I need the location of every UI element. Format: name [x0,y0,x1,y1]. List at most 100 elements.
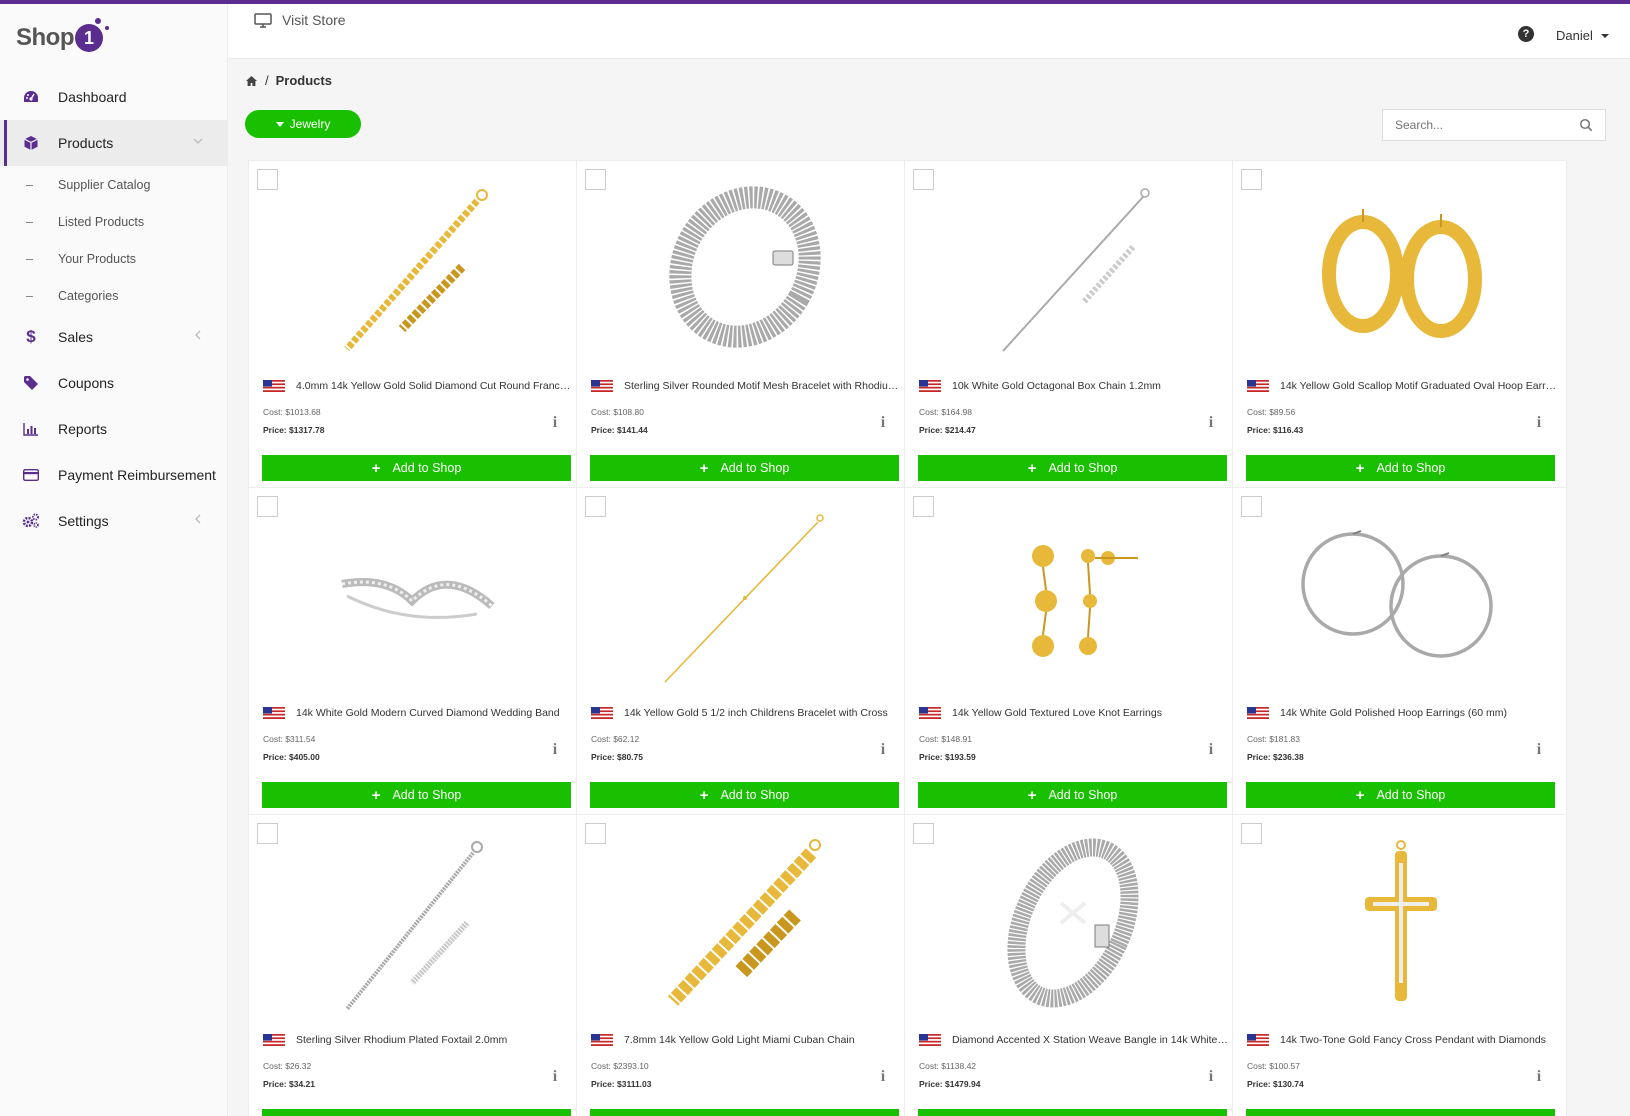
info-icon[interactable]: i [878,414,888,431]
product-image-curved-ring[interactable] [269,500,564,692]
home-icon[interactable] [245,75,258,87]
product-image-gold-hoop-earrings[interactable] [1253,173,1548,365]
product-title[interactable]: Sterling Silver Rounded Motif Mesh Brace… [624,380,901,392]
product-title[interactable]: 14k Yellow Gold Textured Love Knot Earri… [952,707,1229,719]
user-menu[interactable]: Daniel [1556,28,1610,43]
visit-store-link[interactable]: Visit Store [254,12,346,28]
info-icon[interactable]: i [878,741,888,758]
product-image-thin-gold-bracelet[interactable] [597,500,892,692]
info-icon[interactable]: i [878,1068,888,1085]
product-title[interactable]: 4.0mm 14k Yellow Gold Solid Diamond Cut … [296,380,573,392]
product-image-silver-foxtail-chain[interactable] [269,827,564,1019]
add-to-shop-button[interactable]: + Add to Shop [918,782,1227,808]
product-image-silver-hoops[interactable] [1253,500,1548,692]
sidebar-item-payment-reimbursement[interactable]: Payment Reimbursement [0,452,228,498]
product-cost: Cost: $108.80 [591,407,644,417]
breadcrumb-separator: / [265,73,269,88]
us-flag-icon [1247,380,1269,392]
product-cost: Cost: $148.91 [919,734,972,744]
sidebar-item-products[interactable]: Products [0,120,228,166]
add-to-shop-label: Add to Shop [720,788,790,802]
us-flag-icon [263,1034,285,1046]
plus-icon: + [371,459,381,477]
info-icon[interactable]: i [1534,741,1544,758]
product-image-cuban-chain[interactable] [597,827,892,1019]
add-to-shop-button[interactable]: + Add to Shop [262,455,571,481]
search-icon[interactable] [1579,118,1593,132]
info-icon[interactable]: i [550,741,560,758]
logo[interactable]: Shop 1 [16,18,109,58]
sidebar-subitem-label: Your Products [58,251,137,266]
product-card: Sterling Silver Rhodium Plated Foxtail 2… [248,814,583,1116]
product-cost: Cost: $181.83 [1247,734,1300,744]
product-price: Price: $214.47 [919,425,976,435]
us-flag-icon [263,380,285,392]
product-price: Price: $236.38 [1247,752,1304,762]
sidebar-subitem-listed-products[interactable]: – Listed Products [0,203,228,240]
product-title[interactable]: 14k White Gold Modern Curved Diamond Wed… [296,707,573,719]
product-title[interactable]: Diamond Accented X Station Weave Bangle … [952,1034,1229,1046]
product-title[interactable]: 7.8mm 14k Yellow Gold Light Miami Cuban … [624,1034,901,1046]
category-filter-button[interactable]: Jewelry [245,110,361,138]
logo-dot [95,18,101,24]
sidebar-item-sales[interactable]: $ Sales [0,314,228,360]
product-title[interactable]: 10k White Gold Octagonal Box Chain 1.2mm [952,380,1229,392]
add-to-shop-button[interactable]: + Add to Shop [262,782,571,808]
sidebar-item-coupons[interactable]: Coupons [0,360,228,406]
product-title[interactable]: 14k White Gold Polished Hoop Earrings (6… [1280,707,1557,719]
product-card: Sterling Silver Rounded Motif Mesh Brace… [576,160,911,492]
sidebar-item-settings[interactable]: Settings [0,498,228,544]
product-image-gold-chain[interactable] [269,173,564,365]
add-to-shop-button[interactable]: + Add to Shop [590,1109,899,1116]
add-to-shop-button[interactable]: + Add to Shop [1246,455,1555,481]
add-to-shop-label: Add to Shop [1376,788,1446,802]
us-flag-icon [263,707,285,719]
info-icon[interactable]: i [1206,414,1216,431]
add-to-shop-button[interactable]: + Add to Shop [590,782,899,808]
product-title[interactable]: 14k Yellow Gold 5 1/2 inch Childrens Bra… [624,707,901,719]
info-icon[interactable]: i [1206,741,1216,758]
product-image-white-chain[interactable] [925,173,1220,365]
add-to-shop-button[interactable]: + Add to Shop [918,455,1227,481]
help-icon[interactable]: ? [1518,26,1534,42]
product-title-row: 14k Yellow Gold Scallop Motif Graduated … [1247,380,1557,392]
product-cost: Cost: $1013.68 [263,407,321,417]
sidebar-subitem-supplier-catalog[interactable]: – Supplier Catalog [0,166,228,203]
product-image-weave-bangle[interactable] [925,827,1220,1019]
product-image-silver-mesh-bracelet[interactable] [597,173,892,365]
add-to-shop-button[interactable]: + Add to Shop [1246,782,1555,808]
product-title[interactable]: 14k Yellow Gold Scallop Motif Graduated … [1280,380,1557,392]
us-flag-icon [919,1034,941,1046]
logo-text: Shop [16,24,75,51]
add-to-shop-button[interactable]: + Add to Shop [918,1109,1227,1116]
sidebar-subitem-your-products[interactable]: – Your Products [0,240,228,277]
info-icon[interactable]: i [550,1068,560,1085]
sidebar-item-reports[interactable]: Reports [0,406,228,452]
product-title[interactable]: Sterling Silver Rhodium Plated Foxtail 2… [296,1034,573,1046]
sidebar-subitem-categories[interactable]: – Categories [0,277,228,314]
sidebar-item-dashboard[interactable]: Dashboard [0,74,228,120]
chevron-left-icon [192,329,206,343]
product-price: Price: $116.43 [1247,425,1304,435]
sidebar-subitem-label: Categories [58,288,119,303]
add-to-shop-button[interactable]: + Add to Shop [590,455,899,481]
category-filter-label: Jewelry [289,117,331,131]
sidebar-item-label: Settings [58,513,109,529]
info-icon[interactable]: i [1206,1068,1216,1085]
plus-icon: + [1355,786,1365,804]
add-to-shop-button[interactable]: + Add to Shop [1246,1109,1555,1116]
product-image-cross-pendant[interactable] [1253,827,1548,1019]
plus-icon: + [699,786,709,804]
info-icon[interactable]: i [1534,1068,1544,1085]
product-title[interactable]: 14k Two-Tone Gold Fancy Cross Pendant wi… [1280,1034,1557,1046]
info-icon[interactable]: i [1534,414,1544,431]
search-box [1382,109,1606,141]
logo-badge-number: 1 [83,28,94,48]
product-title-row: 14k Two-Tone Gold Fancy Cross Pendant wi… [1247,1034,1557,1046]
info-icon[interactable]: i [550,414,560,431]
dash-marker: – [26,288,33,303]
caret-down-icon [275,121,284,127]
add-to-shop-button[interactable]: + Add to Shop [262,1109,571,1116]
search-input[interactable] [1383,110,1573,140]
product-image-knot-earrings[interactable] [925,500,1220,692]
